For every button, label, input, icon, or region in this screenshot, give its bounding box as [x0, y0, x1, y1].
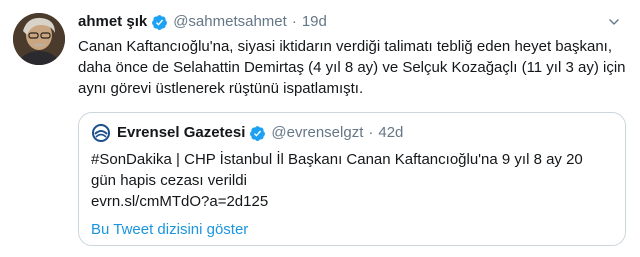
author-name[interactable]: ahmet şık: [78, 12, 147, 32]
quoted-author-name[interactable]: Evrensel Gazetesi: [117, 123, 245, 143]
tweet-card[interactable]: ahmet şık @sahmetsahmet · 19d Canan Kaft…: [0, 0, 640, 257]
author-handle[interactable]: @sahmetsahmet: [173, 12, 287, 32]
quoted-text-line: gün hapis cezası verildi: [91, 172, 247, 189]
quoted-timestamp[interactable]: 42d: [378, 123, 403, 143]
avatar[interactable]: [13, 13, 65, 65]
evrensel-logo[interactable]: [91, 123, 111, 143]
verified-badge-icon: [249, 125, 266, 142]
show-thread-link[interactable]: Bu Tweet dizisini göster: [91, 220, 613, 240]
tweet-text: Canan Kaftancıoğlu'na, siyasi iktidarın …: [78, 38, 626, 97]
separator-dot: ·: [291, 13, 297, 30]
quoted-tweet[interactable]: Evrensel Gazetesi @evrenselgzt · 42d #So…: [78, 112, 626, 246]
tweet-header: ahmet şık @sahmetsahmet · 19d: [78, 12, 626, 32]
timestamp[interactable]: 19d: [302, 12, 327, 32]
quoted-tweet-text: #SonDakika | CHP İstanbul İl Başkanı Can…: [91, 149, 613, 212]
chevron-down-icon[interactable]: [604, 12, 624, 32]
quoted-tweet-header: Evrensel Gazetesi @evrenselgzt · 42d: [91, 123, 613, 143]
separator-dot: ·: [368, 124, 374, 141]
quoted-text-line: #SonDakika | CHP İstanbul İl Başkanı Can…: [91, 151, 583, 168]
tweet-content: ahmet şık @sahmetsahmet · 19d Canan Kaft…: [78, 12, 626, 99]
quoted-url: evrn.sl/cmMTdO?a=2d125: [91, 193, 269, 210]
verified-badge-icon: [151, 14, 168, 31]
quoted-author-handle[interactable]: @evrenselgzt: [271, 123, 363, 143]
